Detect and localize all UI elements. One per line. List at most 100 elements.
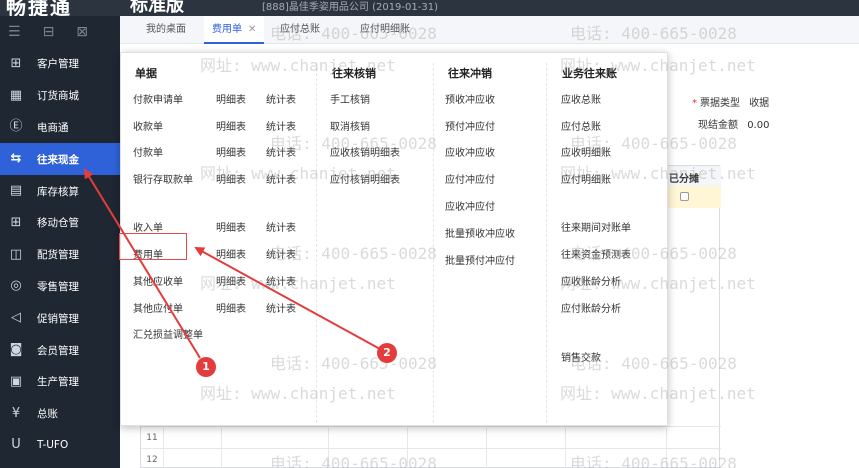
menu-item-ar-aging[interactable]: 应收账龄分析 (561, 273, 621, 288)
member-icon: ◙ (9, 342, 23, 358)
top-bar: 畅捷通 标准版 [888]晶佳季姿用品公司 (2019-01-31) (0, 0, 859, 19)
menu-item-offset-5[interactable]: 应收冲应付 (445, 198, 495, 213)
menu-item-summary-report[interactable]: 统计表 (266, 273, 296, 288)
history-icon[interactable]: ⊟ (43, 24, 55, 40)
menu-heading-business-ledger: 业务往来账 (562, 67, 617, 80)
menu-item-cash-forecast[interactable]: 往来资金预测表 (561, 246, 631, 261)
menu-item-offset-7[interactable]: 批量预付冲应付 (445, 252, 515, 267)
sidebar: ☰ ⊟ ⊠ ⊞ 客户管理 ▦ 订货商城 Ⓔ 电商通 ⇆ 往来现金 ▤ 库存核算 ⊞ 移动仓管… (0, 16, 120, 468)
menu-item-payment[interactable]: 付款单 (133, 144, 163, 159)
allocated-header: 已分摊 (666, 166, 721, 186)
menu-item-detail-report[interactable]: 明细表 (216, 273, 246, 288)
row-checkbox[interactable] (680, 192, 689, 201)
menu-item-offset-4[interactable]: 应付冲应付 (445, 171, 495, 186)
menu-item-detail-report[interactable]: 明细表 (216, 91, 246, 106)
menu-item-summary-report[interactable]: 统计表 (266, 144, 296, 159)
row-number: 11 (146, 433, 158, 443)
menu-item-receipt[interactable]: 收款单 (133, 118, 163, 133)
menu-item-summary-report[interactable]: 统计表 (266, 118, 296, 133)
tab-bar: 我的桌面 费用单 ✕ 应付总账 应付明细账 (120, 16, 859, 44)
menu-item-period-statement[interactable]: 往来期间对账单 (561, 219, 631, 234)
store-icon: ▦ (9, 87, 23, 103)
menu-item-other-payable[interactable]: 其他应付单 (133, 300, 183, 315)
settle-amount-field[interactable]: 现结金额 0.00 (698, 116, 769, 131)
retail-icon: ◎ (10, 278, 22, 294)
grid-line (565, 428, 566, 468)
sidebar-item-transfer-cash[interactable]: ⇆ 往来现金 (0, 143, 120, 176)
menu-item-sales-payment[interactable]: 销售交款 (561, 349, 601, 364)
company-info: [888]晶佳季姿用品公司 (2019-01-31) (262, 2, 438, 13)
sidebar-item-label: 零售管理 (37, 280, 79, 293)
sidebar-item-store[interactable]: ▦ 订货商城 (0, 80, 120, 112)
grid-line (666, 428, 667, 468)
sidebar-item-label: 电商通 (37, 121, 69, 134)
menu-item-ar-verify-detail[interactable]: 应收核销明细表 (330, 144, 400, 159)
tab-label: 应付明细账 (360, 24, 410, 35)
tab-my-desktop[interactable]: 我的桌面 (138, 16, 194, 44)
menu-item-summary-report[interactable]: 统计表 (266, 300, 296, 315)
grid-row-selected[interactable] (666, 186, 721, 208)
tab-label: 我的桌面 (146, 24, 186, 35)
menu-item-detail-report[interactable]: 明细表 (216, 171, 246, 186)
menu-item-offset-6[interactable]: 批量预收冲应收 (445, 225, 515, 240)
sidebar-item-distribution[interactable]: ◫ 配货管理 (0, 239, 120, 271)
menu-item-other-receivable[interactable]: 其他应收单 (133, 273, 183, 288)
menu-item-ap-detail[interactable]: 应付明细账 (561, 171, 611, 186)
menu-item-ap-ledger[interactable]: 应付总账 (561, 118, 601, 133)
menu-item-bank-deposit[interactable]: 银行存取款单 (133, 171, 193, 186)
menu-item-detail-report[interactable]: 明细表 (216, 118, 246, 133)
sidebar-tools: ☰ ⊟ ⊠ (0, 16, 120, 48)
menu-item-summary-report[interactable]: 统计表 (266, 171, 296, 186)
menu-item-income[interactable]: 收入单 (133, 219, 163, 234)
menu-item-detail-report[interactable]: 明细表 (216, 219, 246, 234)
close-icon[interactable]: ✕ (248, 24, 256, 35)
menu-item-ap-aging[interactable]: 应付账龄分析 (561, 300, 621, 315)
sidebar-item-mobile-warehouse[interactable]: ⊞ 移动仓管 (0, 207, 120, 239)
menu-toggle-icon[interactable]: ☰ (8, 24, 21, 40)
menu-item-fx-adjustment[interactable]: 汇兑损益调整单 (133, 326, 203, 341)
menu-item-ar-ledger[interactable]: 应收总账 (561, 91, 601, 106)
menu-item-expense-bill[interactable]: 费用单 (133, 246, 163, 261)
sidebar-item-label: 生产管理 (37, 376, 79, 389)
menu-heading-verification: 往来核销 (332, 67, 376, 80)
promotion-icon: ◁ (11, 310, 21, 326)
ticket-type-field[interactable]: * 票据类型 收据 (692, 94, 769, 109)
mobile-warehouse-icon: ⊞ (10, 214, 22, 230)
table-row[interactable]: 11 (141, 426, 721, 448)
sidebar-item-label: 配货管理 (37, 249, 79, 262)
row-number: 12 (146, 455, 158, 465)
menu-item-detail-report[interactable]: 明细表 (216, 246, 246, 261)
sidebar-item-label: 客户管理 (37, 58, 79, 71)
tab-payable-detail[interactable]: 应付明细账 (352, 16, 418, 44)
sidebar-item-t-ufo[interactable]: U T-UFO (0, 430, 120, 462)
menu-item-payment-request[interactable]: 付款申请单 (133, 91, 183, 106)
tab-expense-bill[interactable]: 费用单 ✕ (204, 16, 265, 44)
sidebar-item-label: 移动仓管 (37, 217, 79, 230)
table-row[interactable]: 12 (141, 448, 721, 468)
sidebar-item-ecommerce[interactable]: Ⓔ 电商通 (0, 112, 120, 144)
sidebar-item-inventory[interactable]: ▤ 库存核算 (0, 175, 120, 207)
menu-item-offset-3[interactable]: 应收冲应收 (445, 144, 495, 159)
sidebar-item-customer[interactable]: ⊞ 客户管理 (0, 48, 120, 80)
menu-item-detail-report[interactable]: 明细表 (216, 300, 246, 315)
sidebar-item-production[interactable]: ▣ 生产管理 (0, 366, 120, 398)
distribution-icon: ◫ (9, 246, 23, 262)
menu-item-detail-report[interactable]: 明细表 (216, 144, 246, 159)
menu-item-ap-verify-detail[interactable]: 应付核销明细表 (330, 171, 400, 186)
menu-item-summary-report[interactable]: 统计表 (266, 219, 296, 234)
sidebar-item-retail[interactable]: ◎ 零售管理 (0, 271, 120, 303)
tab-payable-ledger[interactable]: 应付总账 (272, 16, 328, 44)
menu-item-cancel-verify[interactable]: 取消核销 (330, 118, 370, 133)
sidebar-item-label: 往来现金 (37, 153, 79, 166)
menu-item-manual-verify[interactable]: 手工核销 (330, 91, 370, 106)
menu-item-offset-1[interactable]: 预收冲应收 (445, 91, 495, 106)
sidebar-item-promotion[interactable]: ◁ 促销管理 (0, 302, 120, 334)
menu-item-ar-detail[interactable]: 应收明细账 (561, 144, 611, 159)
menu-item-summary-report[interactable]: 统计表 (266, 246, 296, 261)
grid-line (328, 428, 329, 468)
sidebar-item-member[interactable]: ◙ 会员管理 (0, 334, 120, 366)
menu-item-summary-report[interactable]: 统计表 (266, 91, 296, 106)
sidebar-item-ledger[interactable]: ¥ 总账 (0, 398, 120, 430)
menu-item-offset-2[interactable]: 预付冲应付 (445, 118, 495, 133)
edit-icon[interactable]: ⊠ (76, 24, 88, 40)
